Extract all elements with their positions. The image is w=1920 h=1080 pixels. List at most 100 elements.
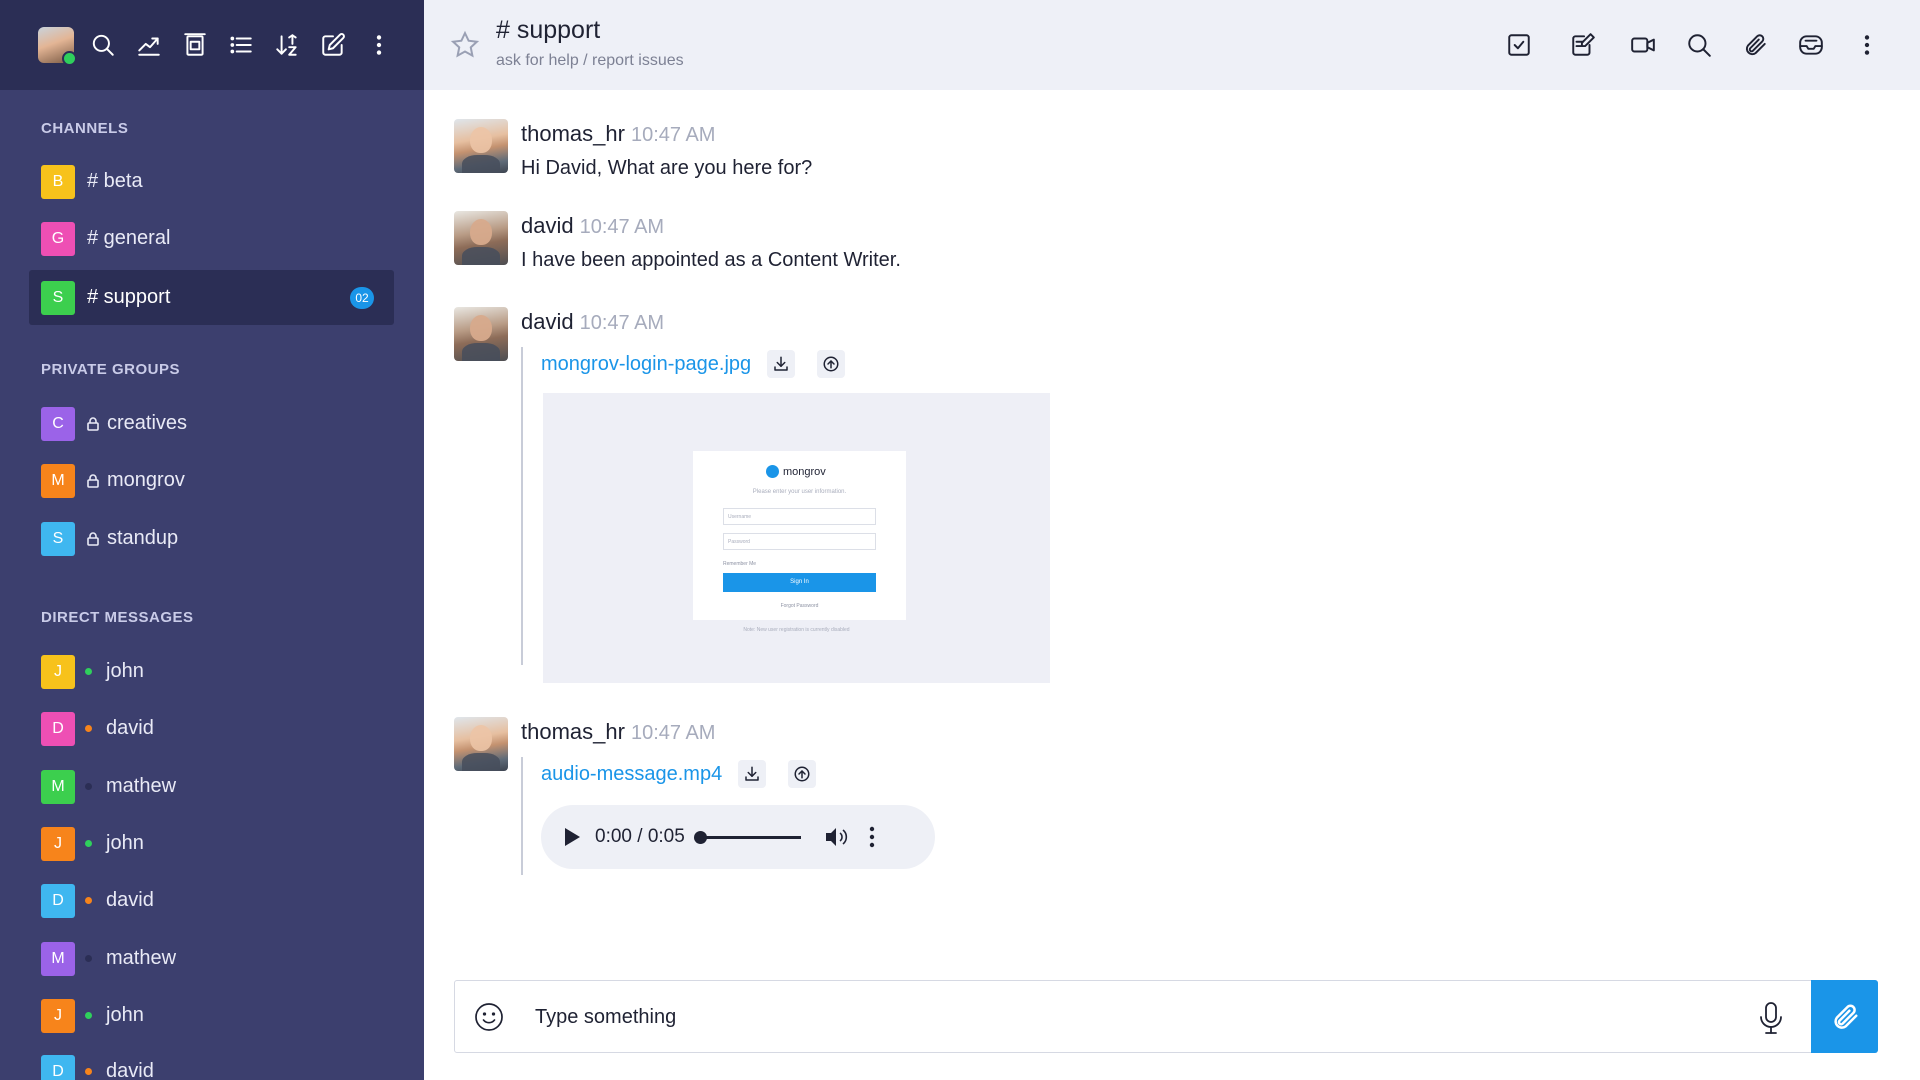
upload-circle-icon[interactable] <box>817 350 846 378</box>
dm-avatar: J <box>41 654 75 689</box>
group-item-mongrov[interactable]: M mongrov <box>29 453 394 508</box>
channel-item-general[interactable]: G # general <box>29 211 394 266</box>
file-link[interactable]: audio-message.mp4 <box>541 763 722 786</box>
more-options-icon[interactable] <box>362 28 396 62</box>
video-call-icon[interactable] <box>1626 28 1660 62</box>
dm-item-mathew[interactable]: M mathew <box>29 759 394 814</box>
dm-label: mathew <box>106 947 177 969</box>
message-author[interactable]: david <box>521 309 574 334</box>
attach-file-button[interactable] <box>1811 980 1878 1053</box>
seek-knob[interactable] <box>693 830 707 844</box>
audio-seek-slider[interactable] <box>693 830 801 844</box>
message-header: david 10:47 AM <box>521 309 664 335</box>
channel-topic: ask for help / report issues <box>496 52 684 69</box>
sidebar: CHANNELS B # beta G # general S # suppor… <box>0 0 424 1080</box>
message-author[interactable]: thomas_hr <box>521 719 625 744</box>
dm-label: david <box>106 889 154 911</box>
dm-avatar: D <box>41 883 75 918</box>
audio-more-icon[interactable] <box>849 826 875 848</box>
channel-label: # beta <box>87 170 143 192</box>
group-avatar: M <box>41 463 75 498</box>
channel-label: # support <box>87 286 171 308</box>
list-icon[interactable] <box>224 28 258 62</box>
user-avatar[interactable] <box>454 211 508 265</box>
dm-item-john[interactable]: J john <box>29 644 394 699</box>
dm-item-david[interactable]: D david <box>29 701 394 756</box>
online-status-dot <box>85 840 92 847</box>
download-icon[interactable] <box>767 350 796 378</box>
group-label: mongrov <box>107 469 185 491</box>
tasks-checkbox-icon[interactable] <box>1502 28 1536 62</box>
offline-status-dot <box>85 783 92 790</box>
audio-player: 0:00 / 0:05 <box>541 805 935 869</box>
user-avatar[interactable] <box>454 119 508 173</box>
message-composer <box>454 980 1878 1053</box>
group-avatar: S <box>41 521 75 556</box>
channel-title: # support <box>496 16 601 44</box>
dm-label: mathew <box>106 775 177 797</box>
dm-label: david <box>106 717 154 739</box>
play-icon[interactable] <box>563 827 581 847</box>
dm-item-john[interactable]: J john <box>29 988 394 1043</box>
dm-label: john <box>106 1004 144 1026</box>
dm-avatar: M <box>41 941 75 976</box>
favorite-star-icon[interactable] <box>450 30 480 60</box>
message-author[interactable]: david <box>521 213 574 238</box>
dm-item-john[interactable]: J john <box>29 816 394 871</box>
private-groups-heading: PRIVATE GROUPS <box>41 361 180 378</box>
dm-item-david[interactable]: D david <box>29 873 394 928</box>
dm-avatar: M <box>41 769 75 804</box>
directory-icon[interactable] <box>178 28 212 62</box>
image-preview[interactable]: mongrov Please enter your user informati… <box>543 393 1050 683</box>
notes-edit-icon[interactable] <box>1566 28 1600 62</box>
dm-avatar: J <box>41 826 75 861</box>
image-attachment: mongrov-login-page.jpg mongrov Please en… <box>521 347 1050 683</box>
channel-avatar: S <box>41 280 75 315</box>
login-card-thumbnail: mongrov Please enter your user informati… <box>693 451 906 620</box>
emoji-icon[interactable] <box>473 1001 505 1033</box>
download-icon[interactable] <box>738 760 767 788</box>
attachment-icon[interactable] <box>1738 28 1772 62</box>
group-item-creatives[interactable]: C creatives <box>29 396 394 451</box>
search-icon[interactable] <box>1682 28 1716 62</box>
message-time: 10:47 AM <box>630 722 716 744</box>
upload-circle-icon[interactable] <box>788 760 817 788</box>
sort-icon[interactable] <box>270 28 304 62</box>
volume-icon[interactable] <box>801 824 849 850</box>
message-text: I have been appointed as a Content Write… <box>521 249 901 271</box>
dm-item-david[interactable]: D david <box>29 1044 394 1080</box>
compose-icon[interactable] <box>316 28 350 62</box>
file-row: audio-message.mp4 <box>523 757 935 791</box>
microphone-icon[interactable] <box>1755 1000 1787 1036</box>
message-input[interactable] <box>535 999 1635 1035</box>
file-row: mongrov-login-page.jpg <box>523 347 1050 381</box>
audio-duration: 0:05 <box>647 826 685 847</box>
lock-icon <box>75 531 99 547</box>
group-item-standup[interactable]: S standup <box>29 511 394 566</box>
username-field: Username <box>723 508 876 525</box>
away-status-dot <box>85 897 92 904</box>
channel-header: # support ask for help / report issues <box>424 0 1920 90</box>
channel-item-support[interactable]: S # support 02 <box>29 270 394 325</box>
dm-item-mathew[interactable]: M mathew <box>29 931 394 986</box>
message-time: 10:47 AM <box>579 312 665 334</box>
password-field: Password <box>723 533 876 550</box>
file-link[interactable]: mongrov-login-page.jpg <box>541 353 751 376</box>
online-status-dot <box>85 1012 92 1019</box>
user-avatar[interactable] <box>454 717 508 771</box>
channel-item-beta[interactable]: B # beta <box>29 154 394 209</box>
registration-note: Note: New user registration is currently… <box>743 627 850 633</box>
inbox-icon[interactable] <box>1794 28 1828 62</box>
search-icon[interactable] <box>86 28 120 62</box>
direct-messages-heading: DIRECT MESSAGES <box>41 609 194 626</box>
group-avatar: C <box>41 406 75 441</box>
message-text: Hi David, What are you here for? <box>521 157 813 179</box>
message-list: thomas_hr 10:47 AM Hi David, What are you… <box>424 90 1920 970</box>
group-label: creatives <box>107 412 188 434</box>
user-avatar[interactable] <box>38 27 77 66</box>
message-author[interactable]: thomas_hr <box>521 121 625 146</box>
logo-mark-icon <box>766 465 779 478</box>
stats-icon[interactable] <box>132 28 166 62</box>
more-options-icon[interactable] <box>1850 28 1884 62</box>
user-avatar[interactable] <box>454 307 508 361</box>
